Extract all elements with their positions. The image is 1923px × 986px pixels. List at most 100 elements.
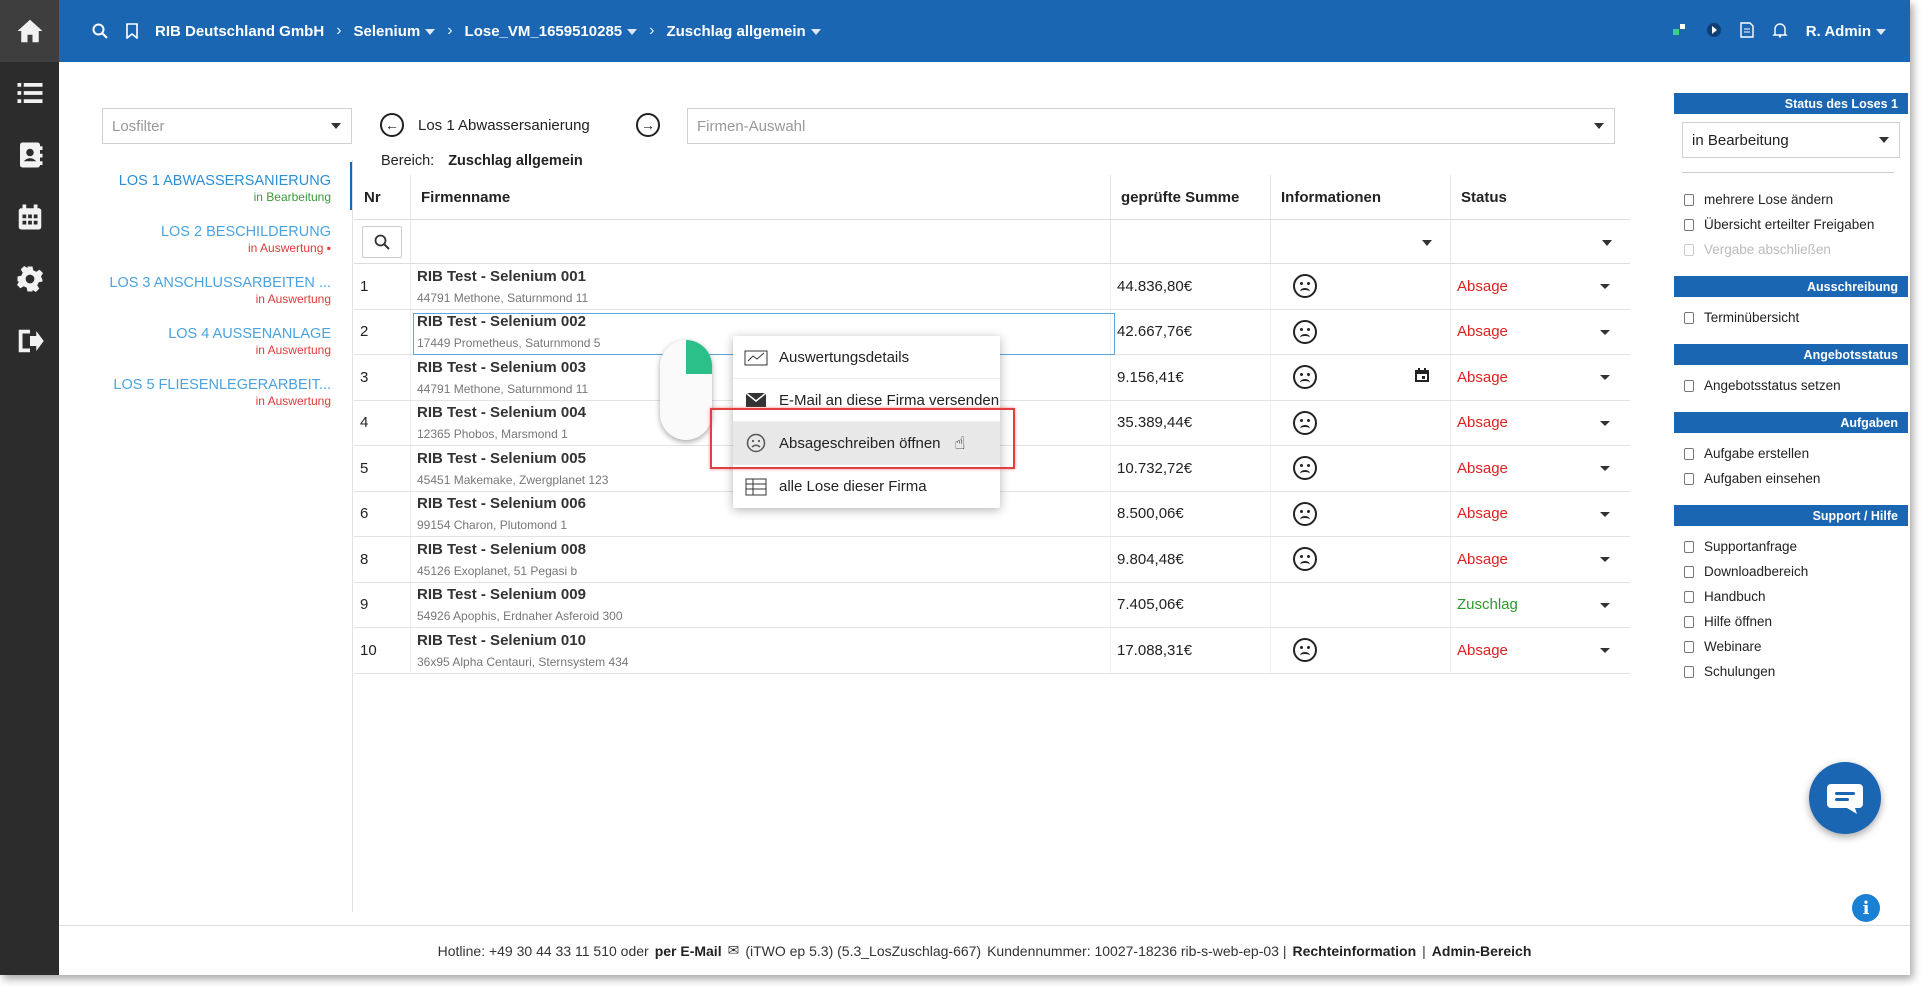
footer-email-link[interactable]: per E-Mail (655, 943, 722, 959)
row-firm[interactable]: RIB Test - Selenium 009 54926 Apophis, Er… (411, 582, 1111, 627)
gear-icon[interactable] (0, 248, 59, 310)
app-switch-icon[interactable] (1672, 22, 1688, 41)
losfilter-select[interactable]: Losfilter (102, 108, 352, 144)
footer-admin-link[interactable]: Admin-Bereich (1432, 943, 1532, 959)
col-informationen[interactable]: Informationen (1271, 175, 1451, 219)
home-icon[interactable] (0, 0, 59, 62)
row-info (1271, 628, 1451, 673)
firm-select[interactable]: Firmen-Auswahl (687, 108, 1615, 144)
search-icon[interactable] (91, 22, 109, 40)
address-book-icon[interactable] (0, 124, 59, 186)
table-row[interactable]: 8 RIB Test - Selenium 008 45126 Exoplanet,… (354, 537, 1630, 583)
col-status[interactable]: Status (1451, 175, 1630, 219)
chevron-right-icon: › (336, 22, 342, 39)
menu-item-alle-lose[interactable]: alle Lose dieser Firma (733, 465, 1000, 508)
row-firm[interactable]: RIB Test - Selenium 010 36x95 Alpha Centa… (411, 628, 1111, 673)
chat-icon[interactable] (1809, 762, 1881, 834)
row-status[interactable]: Absage (1451, 401, 1630, 446)
calendar-icon[interactable] (0, 186, 59, 248)
next-arrow-icon[interactable]: → (636, 113, 660, 137)
sad-face-icon[interactable] (1293, 501, 1317, 526)
user-menu[interactable]: R. Admin (1806, 23, 1886, 40)
sad-face-icon[interactable] (1293, 410, 1317, 435)
play-icon[interactable] (1706, 22, 1722, 41)
row-firm[interactable]: RIB Test - Selenium 008 45126 Exoplanet, … (411, 537, 1111, 582)
table-row[interactable]: 1 RIB Test - Selenium 001 44791 Methone, S… (354, 264, 1630, 310)
calendar-icon[interactable] (1414, 367, 1430, 387)
menu-item-auswertungsdetails[interactable]: Auswertungsdetails (733, 336, 1000, 379)
action-webinare[interactable]: Webinare (1674, 634, 1908, 659)
row-nr: 9 (354, 582, 411, 627)
row-status[interactable]: Zuschlag (1451, 583, 1630, 628)
col-firmenname[interactable]: Firmenname (411, 175, 1111, 219)
lot-status-select[interactable]: in Bearbeitung (1682, 122, 1900, 158)
col-nr[interactable]: Nr (354, 175, 411, 219)
row-status[interactable]: Absage (1451, 446, 1630, 491)
sad-face-icon[interactable] (1293, 638, 1317, 663)
sad-face-icon[interactable] (1293, 319, 1317, 344)
table-row[interactable]: 9 RIB Test - Selenium 009 54926 Apophis, E… (354, 582, 1630, 628)
lot-item[interactable]: LOS 4 AUSSENANLAGE in Auswertung (80, 326, 335, 377)
angebot-actions: Angebotsstatus setzen (1674, 373, 1908, 398)
lot-status: in Auswertung (255, 394, 331, 408)
action-hilfe-oeffnen[interactable]: Hilfe öffnen (1674, 609, 1908, 634)
lot-item[interactable]: LOS 5 FLIESENLEGERARBEIT... in Auswertung (80, 377, 335, 428)
action-supportanfrage[interactable]: Supportanfrage (1674, 534, 1908, 559)
table-row[interactable]: 10 RIB Test - Selenium 010 36x95 Alpha Cen… (354, 628, 1630, 674)
row-status[interactable]: Absage (1451, 537, 1630, 582)
filter-status[interactable] (1451, 220, 1630, 263)
lot-item[interactable]: LOS 2 BESCHILDERUNG in Auswertung ▪ (80, 224, 335, 275)
action-freigaben[interactable]: Übersicht erteilter Freigaben (1674, 212, 1908, 237)
row-status[interactable]: Absage (1451, 355, 1630, 400)
list-icon[interactable] (0, 62, 59, 124)
chevron-down-icon (1600, 466, 1610, 472)
document-icon (1684, 218, 1694, 231)
lot-status: in Auswertung (255, 343, 331, 357)
firm-address: 44791 Methone, Saturnmond 11 (417, 381, 589, 396)
row-nr: 2 (354, 309, 411, 354)
menu-item-label: alle Lose dieser Firma (779, 478, 927, 495)
sad-face-icon[interactable] (1293, 547, 1317, 572)
row-status[interactable]: Absage (1451, 264, 1630, 309)
bell-icon[interactable] (1772, 22, 1788, 41)
bookmark-icon[interactable] (123, 22, 141, 40)
row-info (1271, 491, 1451, 536)
lot-item[interactable]: LOS 1 ABWASSERSANIERUNG in Bearbeitung (80, 173, 335, 224)
info-icon[interactable]: i (1852, 894, 1880, 922)
firm-address: 45451 Makemake, Zwergplanet 123 (417, 472, 609, 487)
action-aufgabe-erstellen[interactable]: Aufgabe erstellen (1674, 441, 1908, 466)
sad-face-icon[interactable] (1293, 274, 1317, 299)
row-status[interactable]: Absage (1451, 310, 1630, 355)
row-status[interactable]: Absage (1451, 628, 1630, 673)
action-mehrere-lose[interactable]: mehrere Lose ändern (1674, 187, 1908, 212)
document-icon (1684, 540, 1694, 553)
chevron-down-icon (1600, 329, 1610, 335)
filter-name[interactable] (411, 220, 1111, 263)
status-label: Absage (1457, 368, 1508, 386)
action-schulungen[interactable]: Schulungen (1674, 659, 1908, 684)
filter-info[interactable] (1271, 220, 1451, 263)
crumb-company[interactable]: RIB Deutschland GmbH (155, 23, 324, 40)
action-angebotsstatus-setzen[interactable]: Angebotsstatus setzen (1674, 373, 1908, 398)
firm-address: 54926 Apophis, Erdnaher Asferoid 300 (417, 609, 623, 624)
crumb-project[interactable]: Selenium (354, 23, 436, 40)
prev-arrow-icon[interactable]: ← (380, 113, 404, 137)
crumb-lots[interactable]: Lose_VM_1659510285 (465, 23, 638, 40)
firm-address: 17449 Prometheus, Saturnmond 5 (417, 336, 601, 351)
row-firm[interactable]: RIB Test - Selenium 001 44791 Methone, Sa… (411, 264, 1111, 309)
document-icon[interactable] (1740, 21, 1754, 41)
col-summe[interactable]: geprüfte Summe (1111, 175, 1271, 219)
sad-face-icon[interactable] (1293, 365, 1317, 390)
action-handbuch[interactable]: Handbuch (1674, 584, 1908, 609)
filter-sum[interactable] (1111, 220, 1271, 263)
action-terminuebersicht[interactable]: Terminübersicht (1674, 305, 1908, 330)
logout-icon[interactable] (0, 310, 59, 372)
row-status[interactable]: Absage (1451, 492, 1630, 537)
sad-face-icon[interactable] (1293, 456, 1317, 481)
action-downloadbereich[interactable]: Downloadbereich (1674, 559, 1908, 584)
lot-item[interactable]: LOS 3 ANSCHLUSSARBEITEN ... in Auswertung (80, 275, 335, 326)
action-aufgaben-einsehen[interactable]: Aufgaben einsehen (1674, 466, 1908, 491)
crumb-area[interactable]: Zuschlag allgemein (666, 23, 821, 40)
footer-rechteinfo-link[interactable]: Rechteinformation (1292, 943, 1416, 959)
search-icon[interactable] (362, 225, 402, 258)
